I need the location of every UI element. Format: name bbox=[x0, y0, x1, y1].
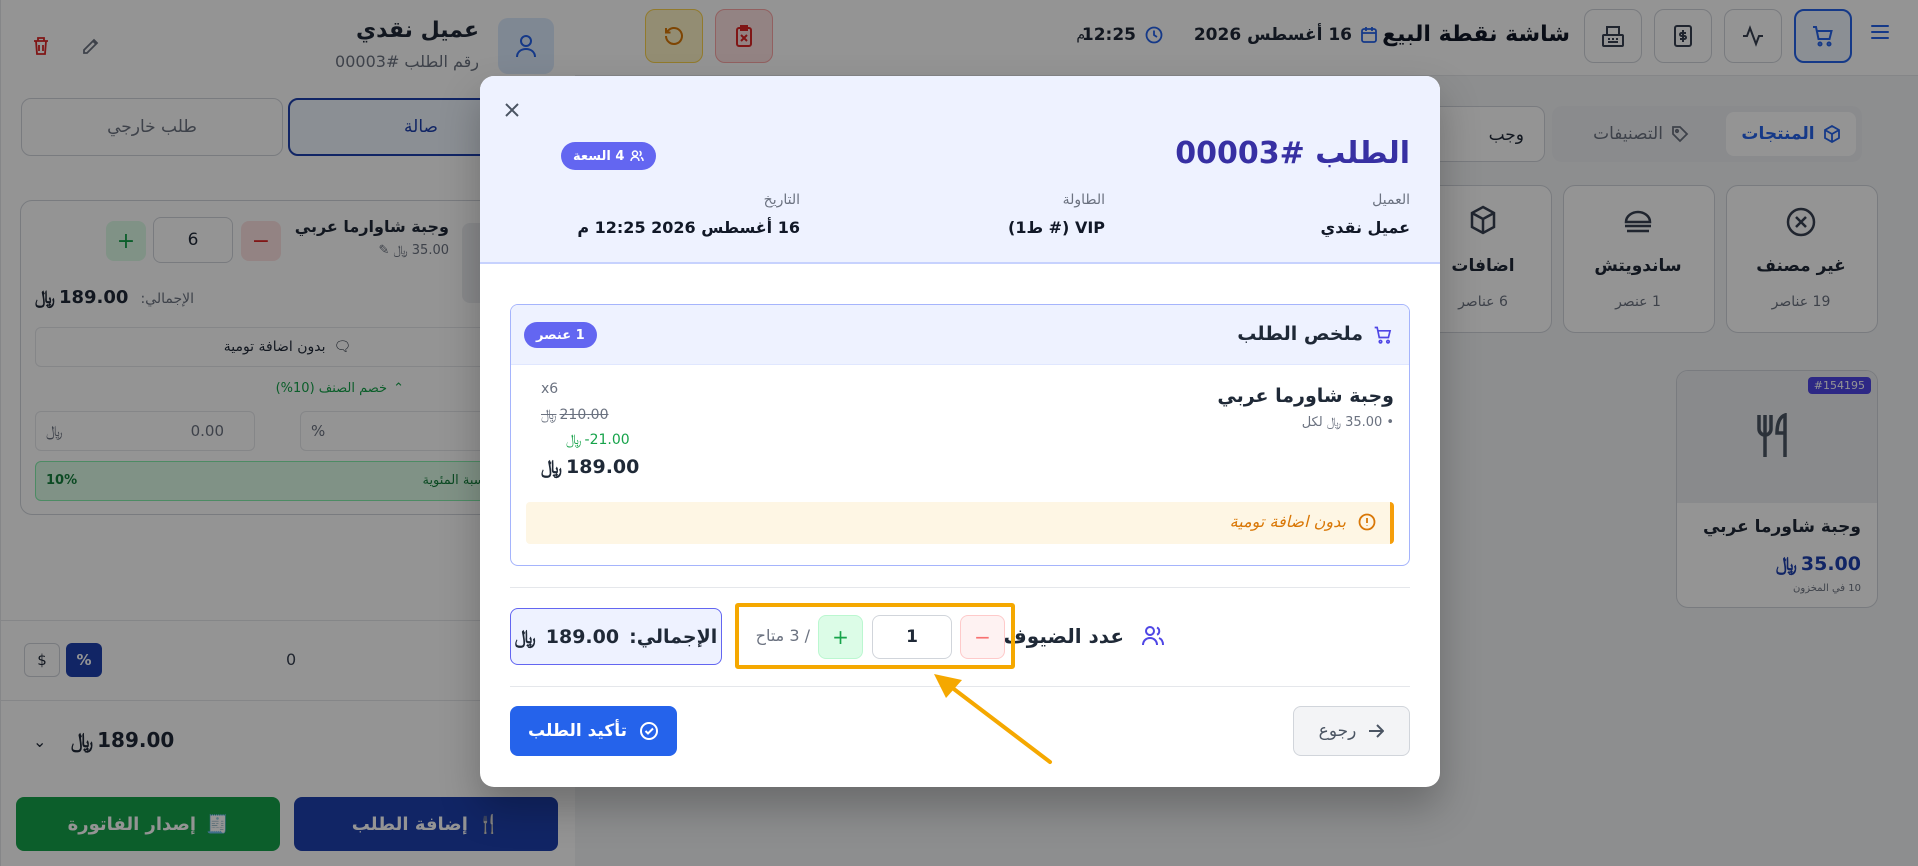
divider bbox=[510, 587, 1410, 588]
modal-total: الإجمالي: 189.00 ﷼ bbox=[510, 608, 722, 665]
cart-icon bbox=[1373, 325, 1393, 345]
line-item-original: 210.00 ﷼ bbox=[541, 407, 609, 423]
line-item-name: وجبة شاورما عربي bbox=[1217, 385, 1394, 407]
line-item-unit-price: • 35.00 ﷼ لكل bbox=[1302, 415, 1394, 430]
line-final-value: 189.00 bbox=[566, 456, 640, 478]
guests-increase-button[interactable]: + bbox=[818, 615, 863, 659]
line-unit-suffix: لكل bbox=[1301, 415, 1323, 430]
modal-total-value: 189.00 bbox=[545, 625, 620, 648]
order-summary-header: ملخص الطلب 1 عنصر bbox=[511, 305, 1409, 365]
table-label: الطاولة bbox=[1062, 192, 1105, 208]
close-icon[interactable] bbox=[504, 102, 520, 118]
customer-value: عميل نقدي bbox=[1320, 218, 1410, 237]
modal-title: الطلب #00003 bbox=[1175, 136, 1410, 171]
date-label: التاريخ bbox=[763, 192, 800, 208]
back-label: رجوع bbox=[1318, 721, 1357, 741]
line-item-discount: 21.00- ﷼ bbox=[566, 432, 630, 448]
order-summary-title: ملخص الطلب bbox=[1237, 323, 1363, 345]
line-item-note-text: بدون اضافة تومية bbox=[1229, 512, 1346, 531]
line-item-qty: x6 bbox=[541, 381, 559, 397]
line-item-final: 189.00 ﷼ bbox=[541, 456, 639, 478]
riyal-symbol: ﷼ bbox=[566, 432, 582, 448]
users-icon bbox=[1141, 625, 1165, 647]
line-item-note: بدون اضافة تومية bbox=[526, 502, 1394, 544]
capacity-badge-text: 4 السعة bbox=[573, 148, 625, 164]
guests-value: 1 bbox=[906, 627, 918, 647]
users-icon bbox=[630, 150, 645, 162]
table-value: VIP (# ط1) bbox=[1008, 218, 1105, 237]
confirm-order-button[interactable]: تأكيد الطلب bbox=[510, 706, 677, 756]
riyal-symbol: ﷼ bbox=[1326, 415, 1342, 430]
modal-header: الطلب #00003 4 السعة العميل عميل نقدي ال… bbox=[480, 76, 1440, 264]
riyal-symbol: ﷼ bbox=[541, 407, 557, 423]
line-unit-price-value: 35.00 bbox=[1345, 415, 1383, 430]
riyal-symbol: ﷼ bbox=[514, 625, 536, 648]
line-discount-value: 21.00- bbox=[584, 432, 630, 448]
guests-input[interactable]: 1 bbox=[872, 615, 952, 659]
annotation-arrow bbox=[934, 674, 1052, 764]
arrow-right-icon bbox=[1368, 724, 1385, 738]
guests-available: / 3 متاح bbox=[755, 626, 810, 645]
date-value: 16 أغسطس 2026 12:25 م bbox=[577, 218, 800, 237]
line-original-value: 210.00 bbox=[559, 407, 609, 423]
customer-label: العميل bbox=[1372, 192, 1410, 208]
modal-total-label: الإجمالي: bbox=[629, 625, 718, 648]
confirm-order-label: تأكيد الطلب bbox=[527, 721, 628, 741]
capacity-badge: 4 السعة bbox=[561, 142, 657, 170]
check-circle-icon bbox=[639, 721, 659, 741]
order-summary: ملخص الطلب 1 عنصر وجبة شاورما عربي • 35.0… bbox=[510, 304, 1410, 566]
bullet: • bbox=[1386, 415, 1394, 430]
back-button[interactable]: رجوع bbox=[1293, 706, 1410, 756]
riyal-symbol: ﷼ bbox=[541, 456, 563, 478]
info-icon bbox=[1358, 513, 1376, 531]
summary-count-badge: 1 عنصر bbox=[524, 322, 597, 348]
guests-decrease-button[interactable]: − bbox=[960, 615, 1005, 659]
order-confirm-modal: الطلب #00003 4 السعة العميل عميل نقدي ال… bbox=[480, 76, 1440, 787]
